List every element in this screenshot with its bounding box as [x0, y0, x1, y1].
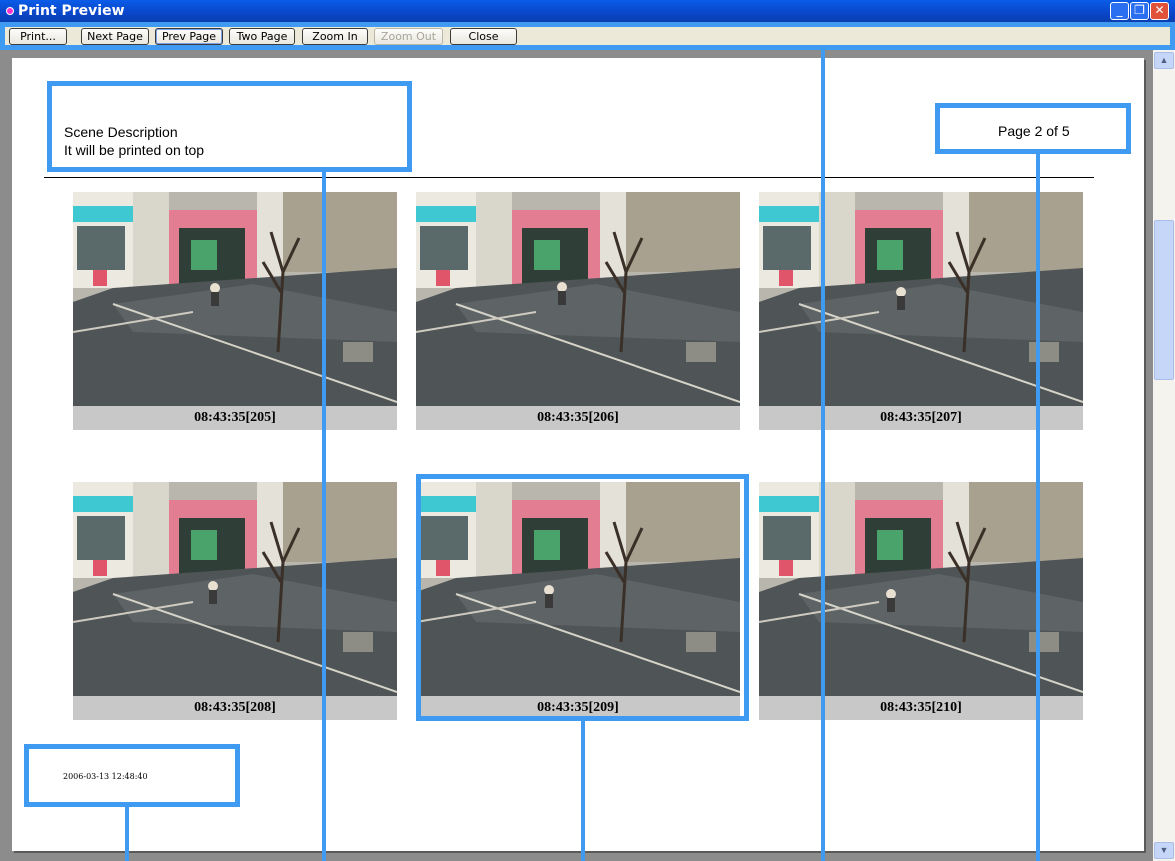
page-indicator-callout-box: [935, 103, 1131, 154]
camera-frame-image: [759, 192, 1083, 406]
thumbnail-210: 08:43:35[210]: [759, 482, 1083, 720]
preview-page: Scene Description It will be printed on …: [12, 58, 1144, 851]
camera-frame-image: [759, 482, 1083, 696]
date-callout-box: [24, 744, 240, 807]
thumbnail-callout-line: [581, 721, 585, 861]
thumbnail-206: 08:43:35[206]: [416, 192, 740, 430]
maximize-button[interactable]: ❐: [1130, 2, 1149, 20]
scene-description-callout-box: [47, 81, 412, 172]
thumbnail-205: 08:43:35[205]: [73, 192, 397, 430]
thumbnail-caption: 08:43:35[205]: [194, 410, 276, 425]
camera-frame-image: [416, 192, 740, 406]
vertical-scrollbar[interactable]: ▲ ▼: [1153, 50, 1175, 861]
thumbnail-caption: 08:43:35[210]: [880, 700, 962, 715]
camera-frame-image: [73, 482, 397, 696]
window-title: Print Preview: [18, 3, 125, 19]
scroll-up-icon[interactable]: ▲: [1154, 52, 1174, 69]
date-callout-line: [125, 807, 129, 861]
scrollbar-thumb[interactable]: [1154, 220, 1174, 380]
scroll-down-icon[interactable]: ▼: [1154, 842, 1174, 859]
thumbnail-callout-box: [416, 474, 749, 721]
thumbnail-caption: 08:43:35[208]: [194, 700, 276, 715]
page-indicator-callout-line: [1036, 154, 1040, 861]
thumbnail-caption: 08:43:35[206]: [537, 410, 619, 425]
thumbnail-208: 08:43:35[208]: [73, 482, 397, 720]
thumbnail-caption: 08:43:35[207]: [880, 410, 962, 425]
close-window-button[interactable]: ✕: [1150, 2, 1169, 20]
toolbar-callout-line: [821, 50, 825, 861]
scene-description-callout-line: [322, 172, 326, 861]
camera-frame-image: [73, 192, 397, 406]
minimize-button[interactable]: _: [1110, 2, 1129, 20]
app-icon: [6, 7, 14, 15]
toolbar-callout-box: [0, 22, 1175, 50]
thumbnail-207: 08:43:35[207]: [759, 192, 1083, 430]
title-bar: Print Preview _ ❐ ✕: [0, 0, 1175, 22]
header-divider: [44, 177, 1094, 178]
